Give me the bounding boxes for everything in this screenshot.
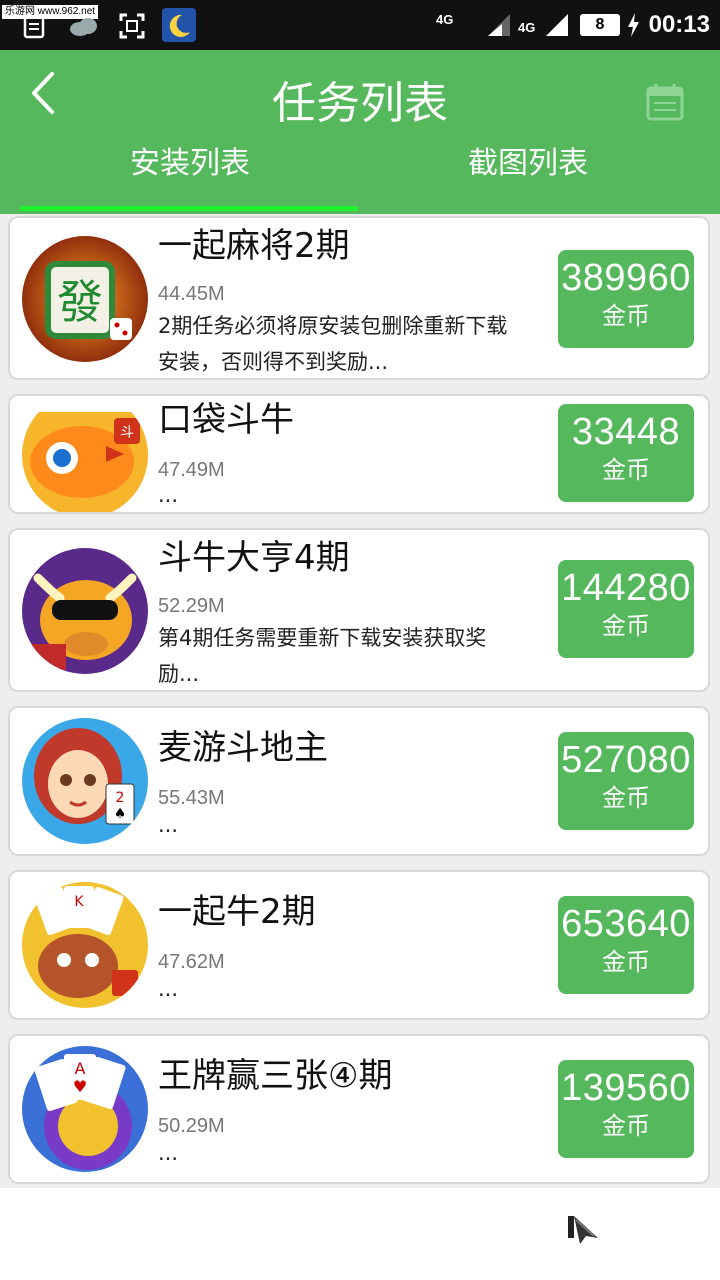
task-card[interactable]: K 一起牛2期 47.62M ... 653640 金币	[8, 870, 710, 1020]
reward-button[interactable]: 144280 金币	[558, 560, 694, 658]
task-title: 口袋斗牛	[158, 400, 294, 440]
task-description: 第4期任务需要重新下载安装获取奖	[158, 626, 487, 650]
signal-icon	[546, 14, 568, 36]
task-size: 52.29M	[158, 595, 225, 617]
reward-unit: 金币	[602, 456, 650, 484]
task-title: 斗牛大亨4期	[158, 538, 350, 578]
svg-text:發: 發	[57, 275, 103, 329]
task-title: 一起麻将2期	[158, 226, 350, 266]
page-title: 任务列表	[272, 78, 448, 129]
app-header: 任务列表 安装列表 截图列表	[0, 50, 720, 214]
cloud-icon	[70, 18, 97, 36]
task-description: 2期任务必须将原安装包删除重新下载	[158, 314, 508, 338]
svg-text:K: K	[74, 894, 84, 910]
task-card[interactable]: 斗牛大亨4期 52.29M 第4期任务需要重新下载安装获取奖 励... 1442…	[8, 528, 710, 692]
reward-button[interactable]: 139560 金币	[558, 1060, 694, 1158]
reward-button[interactable]: 527080 金币	[558, 732, 694, 830]
task-description: ...	[158, 813, 179, 837]
task-size: 50.29M	[158, 1115, 225, 1137]
task-size: 47.49M	[158, 459, 225, 481]
reward-amount: 389960	[561, 257, 691, 299]
clock: 00:13	[648, 11, 710, 38]
svg-text:♥: ♥	[73, 1077, 87, 1096]
task-description: 励...	[158, 662, 200, 686]
reward-unit: 金币	[602, 302, 650, 330]
charging-icon	[628, 13, 639, 37]
task-description: ...	[158, 1141, 179, 1165]
notification-icon	[23, 15, 45, 39]
task-description: ...	[158, 483, 179, 507]
bottom-bar	[0, 1188, 720, 1280]
task-size: 47.62M	[158, 951, 225, 973]
battery-indicator: 8	[580, 14, 620, 36]
network-type-1: 4G	[436, 12, 454, 27]
reward-unit: 金币	[602, 784, 650, 812]
network-type-2: 4G	[518, 20, 536, 35]
reward-unit: 金币	[602, 1112, 650, 1140]
task-card[interactable]: 發 一起麻将2期 44.45M 2期任务必须将原安装包删除重新下载 安装，否则得…	[8, 216, 710, 380]
girl-cards-icon: 2 ♠	[22, 718, 148, 844]
reward-amount: 653640	[561, 903, 691, 945]
task-card[interactable]: 斗 口袋斗牛 47.49M ... 33448 金币	[8, 394, 710, 514]
task-size: 44.45M	[158, 283, 225, 305]
task-title: 一起牛2期	[158, 892, 316, 932]
svg-text:2: 2	[116, 790, 125, 806]
bull-icon	[22, 548, 148, 674]
reward-amount: 33448	[571, 411, 681, 453]
svg-text:♠: ♠	[114, 806, 127, 822]
night-mode-icon	[162, 8, 196, 42]
task-description: ...	[158, 977, 179, 1001]
reward-button[interactable]: 33448 金币	[558, 404, 694, 502]
task-card[interactable]: 2 ♠ 麦游斗地主 55.43M ... 527080 金币	[8, 706, 710, 856]
reward-unit: 金币	[602, 612, 650, 640]
reward-amount: 144280	[561, 567, 691, 609]
task-description: 安装，否则得不到奖励...	[158, 350, 389, 374]
task-size: 55.43M	[158, 787, 225, 809]
mahjong-icon: 發	[22, 236, 148, 362]
reward-amount: 527080	[561, 739, 691, 781]
bull-cards-icon: K	[22, 882, 148, 1008]
calendar-icon[interactable]	[645, 82, 685, 122]
signal-icon	[488, 14, 510, 36]
aces-icon: A ♥	[22, 1046, 148, 1172]
fish-icon: 斗	[22, 412, 148, 512]
task-title: 麦游斗地主	[158, 728, 328, 768]
svg-text:A: A	[75, 1059, 86, 1078]
tab-screenshot-list[interactable]: 截图列表	[358, 142, 698, 186]
task-title: 王牌赢三张④期	[158, 1056, 393, 1096]
reward-button[interactable]: 389960 金币	[558, 250, 694, 348]
reward-amount: 139560	[561, 1067, 691, 1109]
svg-text:斗: 斗	[120, 425, 134, 441]
cursor-icon	[568, 1216, 598, 1244]
screenshot-icon	[119, 13, 145, 39]
task-card[interactable]: A ♥ 王牌赢三张④期 50.29M ... 139560 金币	[8, 1034, 710, 1184]
active-tab-indicator	[20, 206, 358, 211]
tab-install-list[interactable]: 安装列表	[20, 142, 360, 186]
reward-button[interactable]: 653640 金币	[558, 896, 694, 994]
reward-unit: 金币	[602, 948, 650, 976]
status-bar: 乐游网 www.962.net 4G 4G 8 00:13	[0, 0, 720, 50]
